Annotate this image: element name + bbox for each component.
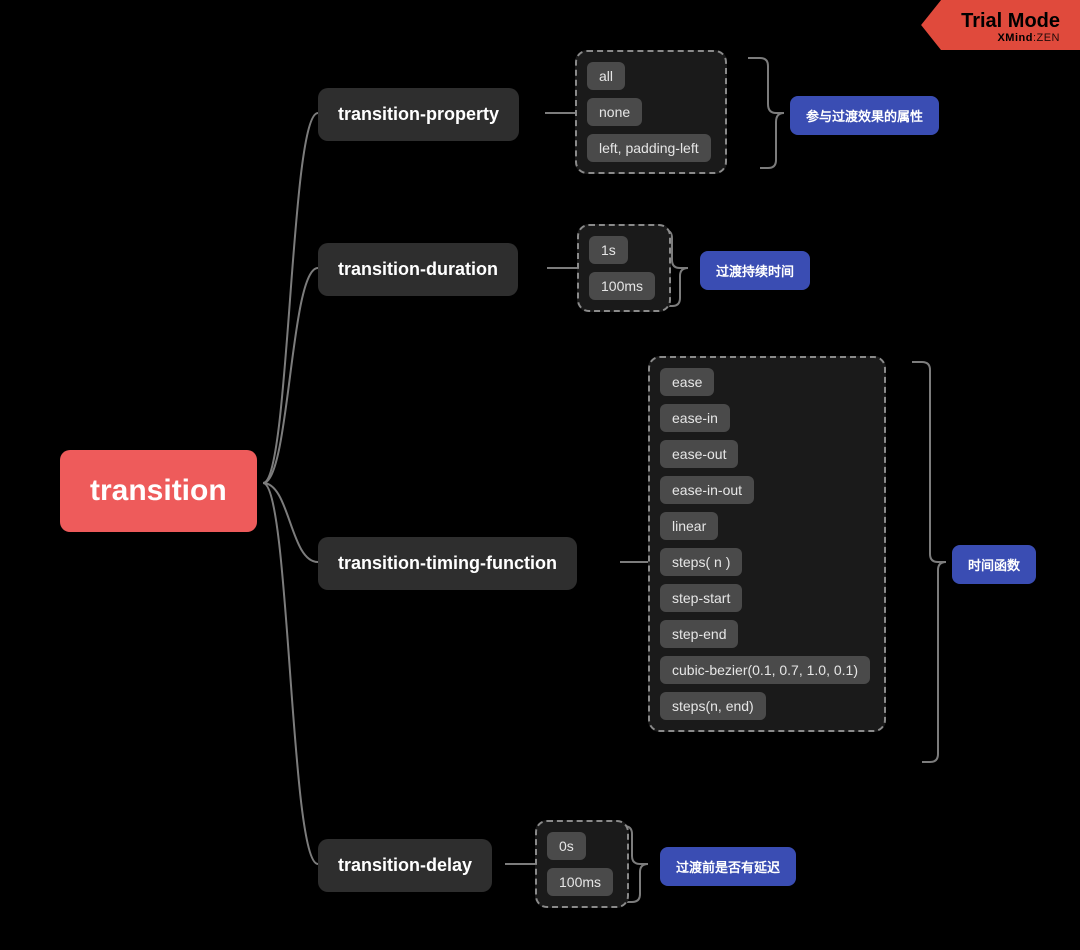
value-item[interactable]: 100ms: [589, 272, 655, 300]
value-item[interactable]: ease-out: [660, 440, 738, 468]
value-item[interactable]: step-start: [660, 584, 742, 612]
value-item[interactable]: none: [587, 98, 642, 126]
node-label: transition-timing-function: [338, 553, 557, 573]
root-label: transition: [90, 474, 227, 507]
value-item[interactable]: ease-in: [660, 404, 730, 432]
value-item[interactable]: 100ms: [547, 868, 613, 896]
value-item[interactable]: steps(n, end): [660, 692, 766, 720]
valgroup-delay: 0s 100ms: [535, 820, 629, 908]
annotation-delay: 过渡前是否有延迟: [660, 847, 796, 886]
annotation-text: 时间函数: [968, 558, 1020, 573]
annotation-text: 过渡持续时间: [716, 264, 794, 279]
value-item[interactable]: left, padding-left: [587, 134, 711, 162]
mindmap-canvas: Trial Mode XMind:ZEN transition transiti…: [0, 0, 1080, 950]
valgroup-duration: 1s 100ms: [577, 224, 671, 312]
valgroup-property: all none left, padding-left: [575, 50, 727, 174]
node-transition-property[interactable]: transition-property: [318, 88, 519, 141]
node-transition-timing-function[interactable]: transition-timing-function: [318, 537, 577, 590]
node-transition-duration[interactable]: transition-duration: [318, 243, 518, 296]
value-item[interactable]: 1s: [589, 236, 628, 264]
node-label: transition-duration: [338, 259, 498, 279]
node-label: transition-delay: [338, 855, 472, 875]
value-item[interactable]: cubic-bezier(0.1, 0.7, 1.0, 0.1): [660, 656, 870, 684]
root-node-transition[interactable]: transition: [60, 450, 257, 532]
annotation-duration: 过渡持续时间: [700, 251, 810, 290]
value-item[interactable]: ease: [660, 368, 714, 396]
annotation-text: 过渡前是否有延迟: [676, 860, 780, 875]
value-item[interactable]: steps( n ): [660, 548, 742, 576]
annotation-text: 参与过渡效果的属性: [806, 109, 923, 124]
value-item[interactable]: 0s: [547, 832, 586, 860]
value-item[interactable]: step-end: [660, 620, 738, 648]
node-transition-delay[interactable]: transition-delay: [318, 839, 492, 892]
value-item[interactable]: ease-in-out: [660, 476, 754, 504]
valgroup-timing: ease ease-in ease-out ease-in-out linear…: [648, 356, 886, 732]
node-label: transition-property: [338, 104, 499, 124]
annotation-timing: 时间函数: [952, 545, 1036, 584]
value-item[interactable]: all: [587, 62, 625, 90]
value-item[interactable]: linear: [660, 512, 718, 540]
annotation-property: 参与过渡效果的属性: [790, 96, 939, 135]
